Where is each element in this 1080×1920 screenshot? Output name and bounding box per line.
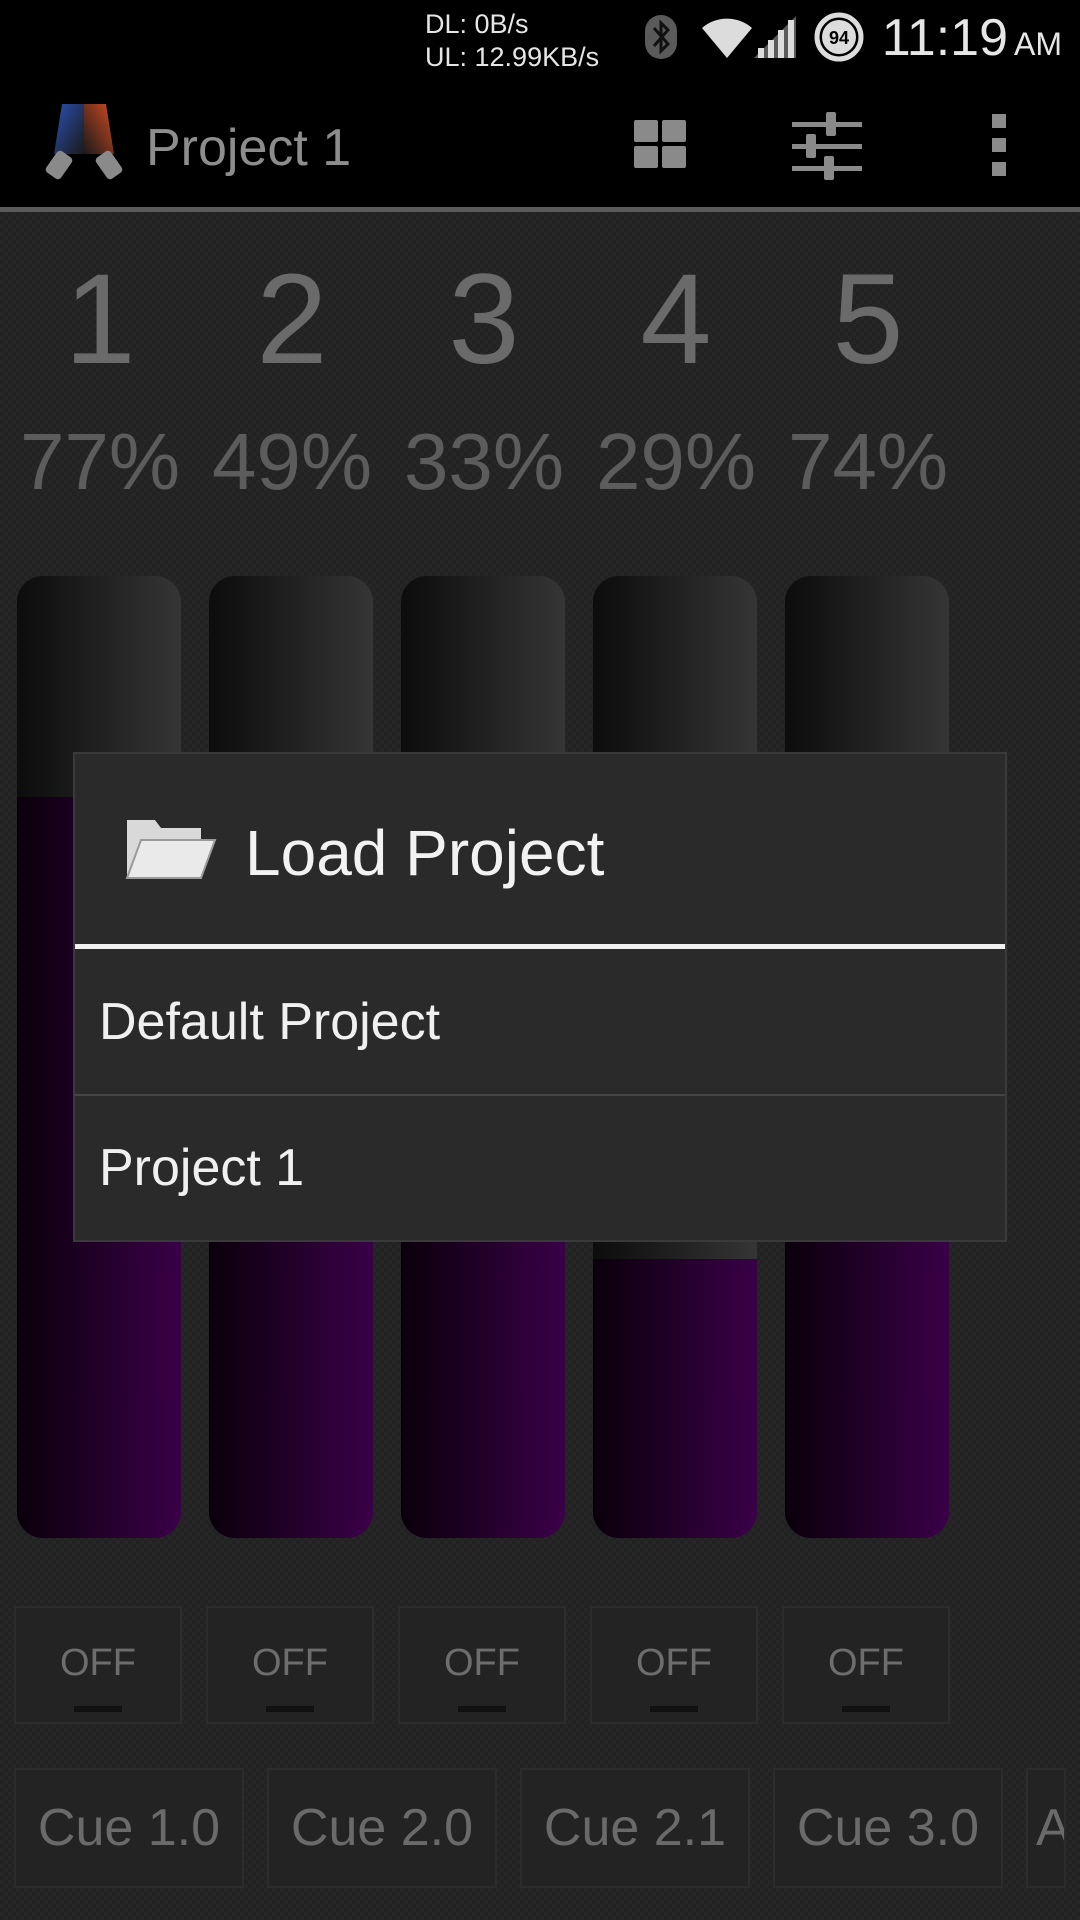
overflow-menu-icon[interactable]: [978, 110, 1018, 184]
off-button-label: OFF: [60, 1642, 136, 1684]
cue-button[interactable]: Cue 1.0: [14, 1768, 244, 1888]
clock-ampm: AM: [1014, 26, 1062, 62]
cue-button[interactable]: Cue 3.0: [773, 1768, 1003, 1888]
load-project-dialog: Load Project Default Project Project 1: [75, 754, 1005, 1240]
network-speed: DL: 0B/s UL: 12.99KB/s: [425, 8, 599, 74]
grid-view-icon[interactable]: [620, 110, 700, 184]
channel-percent: 33%: [403, 417, 565, 506]
channel-percent: 49%: [211, 417, 373, 506]
dialog-title: Load Project: [245, 817, 605, 889]
channel-1-off-button[interactable]: OFF: [14, 1606, 182, 1724]
channel-number: 3: [448, 248, 520, 391]
cue-button[interactable]: Cue 2.0: [267, 1768, 497, 1888]
page-title: Project 1: [146, 119, 352, 177]
action-bar: Project 1: [0, 76, 1080, 212]
dialog-header: Load Project: [75, 754, 1005, 944]
channel-4-off-button[interactable]: OFF: [590, 1606, 758, 1724]
off-indicator: [650, 1706, 698, 1712]
channel-number: 1: [64, 248, 136, 391]
off-button-label: OFF: [636, 1642, 712, 1684]
off-button-label: OFF: [828, 1642, 904, 1684]
bluetooth-icon: [644, 14, 678, 64]
cue-button[interactable]: Cue 2.1: [520, 1768, 750, 1888]
battery-level: 94: [829, 28, 849, 48]
status-bar: DL: 0B/s UL: 12.99KB/s 94 11:19 AM: [0, 0, 1080, 76]
clock: 11:19 AM: [882, 8, 1062, 68]
folder-open-icon: [125, 816, 217, 886]
cue-button[interactable]: A: [1026, 1768, 1066, 1888]
channel-number: 5: [832, 248, 904, 391]
clock-time: 11:19: [881, 9, 1008, 67]
sliders-icon[interactable]: [786, 110, 868, 190]
channel-percent: 29%: [595, 417, 757, 506]
dialog-title-divider: [75, 944, 1005, 949]
off-indicator: [842, 1706, 890, 1712]
channel-percent: 77%: [19, 417, 181, 506]
battery-icon: 94: [814, 12, 864, 66]
channel-percent: 74%: [787, 417, 949, 506]
channel-5-off-button[interactable]: OFF: [782, 1606, 950, 1724]
off-button-label: OFF: [444, 1642, 520, 1684]
download-speed: DL: 0B/s: [425, 9, 529, 39]
off-button-label: OFF: [252, 1642, 328, 1684]
project-item-default[interactable]: Default Project: [75, 950, 1005, 1094]
fader-level-fill: [593, 1259, 757, 1538]
app-logo-icon[interactable]: [44, 100, 124, 184]
channel-number: 4: [640, 248, 712, 391]
off-indicator: [458, 1706, 506, 1712]
channel-3-off-button[interactable]: OFF: [398, 1606, 566, 1724]
project-item-project-1[interactable]: Project 1: [75, 1096, 1005, 1240]
wifi-icon: [700, 14, 754, 64]
off-indicator: [74, 1706, 122, 1712]
off-indicator: [266, 1706, 314, 1712]
signal-icon: [752, 14, 798, 64]
upload-speed: UL: 12.99KB/s: [425, 42, 600, 72]
channel-2-off-button[interactable]: OFF: [206, 1606, 374, 1724]
fader-level-fill: [401, 1220, 565, 1538]
channel-number: 2: [256, 248, 328, 391]
